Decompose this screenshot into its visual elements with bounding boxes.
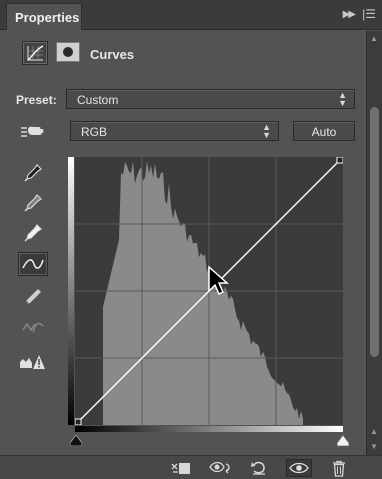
preset-label: Preset: [16,93,57,107]
edit-points-curve-icon[interactable] [18,252,48,276]
gray-point-eyedropper-icon[interactable] [18,191,48,215]
channel-select-value: RGB [81,125,108,139]
panel-title: Curves [90,47,135,62]
scroll-thumb[interactable] [370,107,379,357]
black-input-slider[interactable] [69,433,83,447]
curve-control-point[interactable] [336,156,344,164]
pencil-draw-icon[interactable] [18,285,48,309]
scroll-down-arrow-icon[interactable]: ▼ [370,442,378,451]
panel-scrollbar[interactable]: ▲ ▲ ▼ [366,31,382,455]
white-point-eyedropper-icon[interactable] [18,221,48,245]
channel-select[interactable]: RGB ▲ ▼ [70,121,279,141]
select-arrows-icon: ▲ ▼ [338,90,347,108]
smooth-curve-icon[interactable] [18,315,48,339]
curves-graph[interactable] [74,156,344,426]
curve-control-point[interactable] [74,418,82,426]
on-image-adjust-icon[interactable] [18,120,48,144]
histogram [103,161,303,425]
black-point-eyedropper-icon[interactable] [18,161,48,185]
input-gradient-bar [75,426,343,432]
collapse-panel-icon[interactable]: ▶▶ [343,9,356,20]
tab-properties[interactable]: Properties [6,3,82,30]
panel-tab-bar: Properties ▶▶ |☰ [0,0,382,30]
delete-layer-icon[interactable] [326,459,352,477]
view-previous-state-icon[interactable] [208,459,234,477]
preset-select[interactable]: Custom ▲ ▼ [66,89,355,109]
auto-button[interactable]: Auto [293,121,355,141]
toggle-visibility-icon[interactable] [286,459,312,477]
reset-adjustment-icon[interactable] [246,459,272,477]
curves-graph-canvas[interactable] [74,156,344,426]
bottom-toolbar [0,455,382,479]
scroll-up-arrow-icon[interactable]: ▲ [370,34,378,43]
layer-mask-icon[interactable] [56,42,80,62]
output-gradient-bar [68,157,74,425]
white-input-slider[interactable] [336,433,350,447]
curves-adjustment-icon[interactable] [22,41,48,65]
preset-select-value: Custom [77,93,119,107]
panel-menu-icon[interactable]: |☰ [362,7,376,21]
select-arrows-icon: ▲ ▼ [262,122,271,140]
clipping-warning-icon[interactable] [18,349,48,373]
scroll-up-arrow-icon[interactable]: ▲ [370,427,378,436]
clip-to-layer-icon[interactable] [168,459,194,477]
